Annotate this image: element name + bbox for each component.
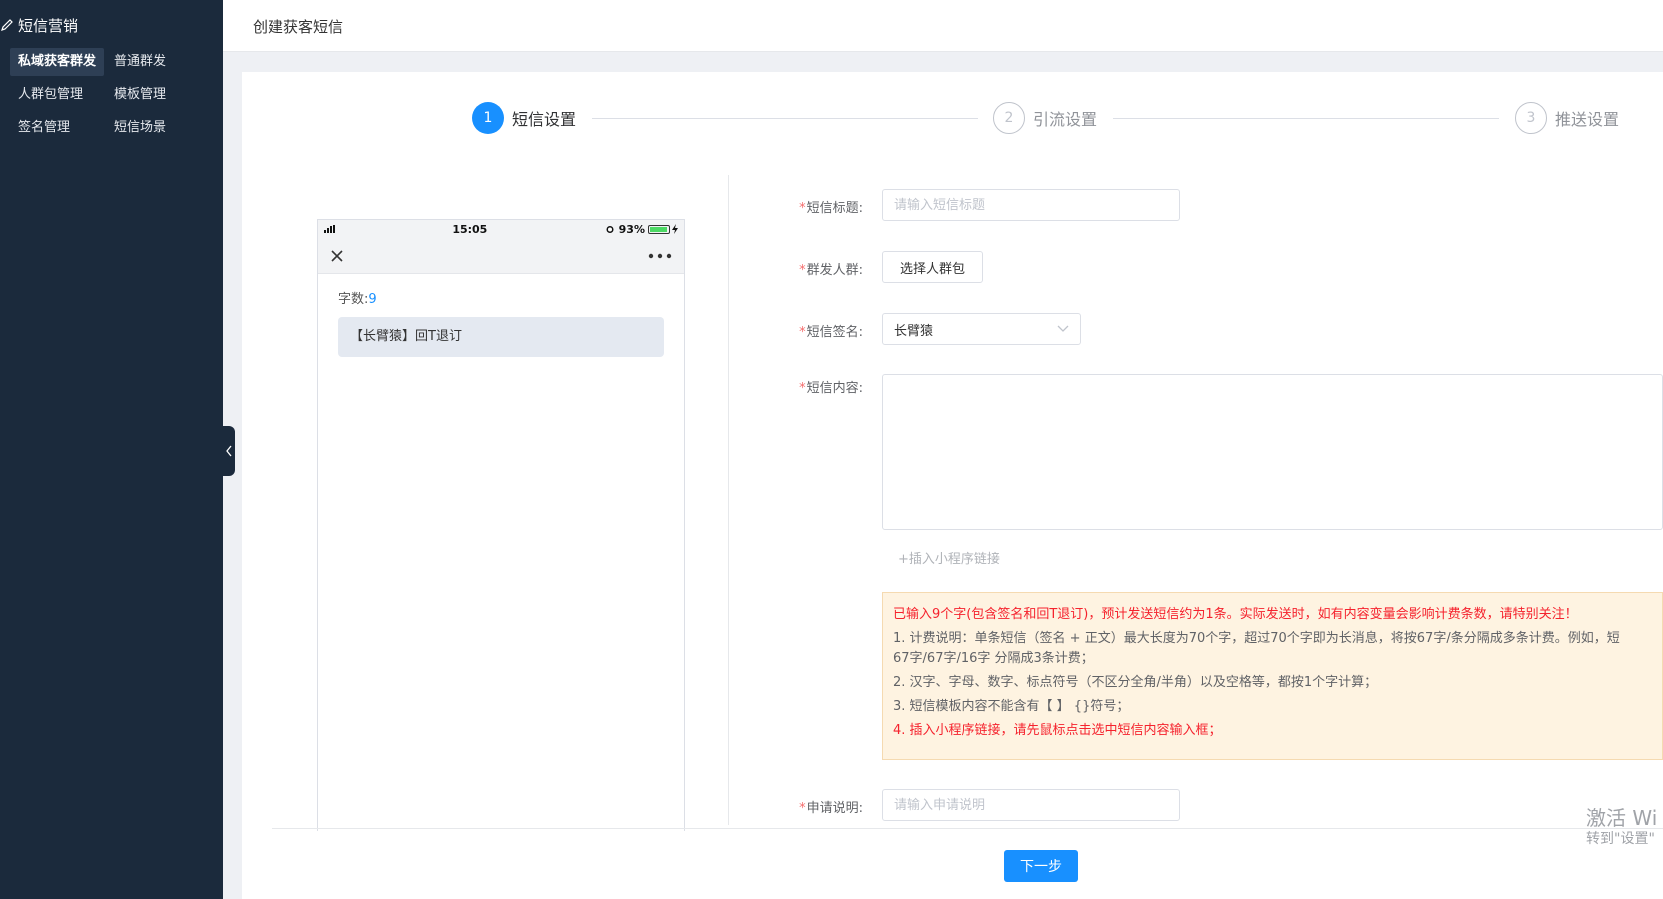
notice-summary: 已输入9个字(包含签名和回T退订)，预计发送短信约为1条。实际发送时，如有内容变…	[893, 607, 1578, 622]
phone-preview: 15:05 93% 字数:9 【长臂猿】回T退订	[317, 219, 685, 831]
group-label: *群发人群:	[799, 263, 863, 278]
notice-line-2: 2. 汉字、字母、数字、标点符号（不区分全角/半角）以及空格等，都按1个字计算；	[893, 675, 1378, 690]
sidebar-item-template[interactable]: 模板管理	[106, 81, 174, 109]
content-label: *短信内容:	[799, 381, 863, 396]
notice-line-4: 4. 插入小程序链接，请先鼠标点击选中短信内容输入框；	[893, 723, 1222, 738]
edit-icon	[1, 19, 13, 31]
step-3-number: 3	[1515, 102, 1547, 134]
title-label: *短信标题:	[799, 201, 863, 216]
header: 创建获客短信	[223, 0, 1663, 52]
phone-time: 15:05	[452, 222, 488, 236]
word-count-value: 9	[368, 292, 377, 307]
insert-miniprogram-link[interactable]: +插入小程序链接	[898, 548, 1000, 567]
step-1-number: 1	[472, 102, 504, 134]
sidebar-title[interactable]: 短信营销	[0, 14, 78, 36]
sidebar-item-signature[interactable]: 签名管理	[10, 114, 78, 142]
step-1-label: 短信设置	[512, 110, 577, 129]
sms-content-textarea[interactable]	[882, 374, 1663, 530]
message-bubble: 【长臂猿】回T退订	[338, 317, 664, 357]
step-2-label: 引流设置	[1033, 110, 1098, 129]
sidebar-collapse-button[interactable]	[223, 426, 235, 476]
sidebar-item-normal-send[interactable]: 普通群发	[106, 48, 174, 76]
close-icon[interactable]	[330, 249, 344, 263]
next-step-button[interactable]: 下一步	[1004, 850, 1078, 882]
sms-title-input[interactable]	[882, 189, 1180, 221]
signature-label: *短信签名:	[799, 325, 863, 340]
step-3: 3 推送设置	[1515, 102, 1619, 134]
notice-line-1: 1. 计费说明：单条短信（签名 + 正文）最大长度为70个字，超过70个字即为长…	[893, 631, 1620, 646]
apply-description-input[interactable]	[882, 789, 1180, 821]
battery-icon	[647, 224, 670, 234]
sidebar-item-scene[interactable]: 短信场景	[106, 114, 174, 142]
signal-icon	[324, 225, 335, 233]
word-count: 字数:9	[338, 288, 684, 307]
signature-value: 长臂猿	[894, 323, 934, 339]
windows-activation-watermark: 激活 Wi 转到"设置"	[1586, 806, 1657, 848]
notice-line-3: 3. 短信模板内容不能含有【 】 {}符号；	[893, 699, 1130, 714]
chevron-down-icon	[1057, 325, 1069, 332]
charging-icon	[671, 224, 678, 234]
sidebar-item-crowd-package[interactable]: 人群包管理	[10, 81, 91, 109]
alarm-icon	[606, 226, 614, 233]
billing-notice: 已输入9个字(包含签名和回T退订)，预计发送短信约为1条。实际发送时，如有内容变…	[882, 592, 1663, 760]
step-connector	[1113, 118, 1499, 119]
word-count-label: 字数:	[338, 292, 369, 307]
watermark-line-1: 激活 Wi	[1586, 806, 1658, 830]
sidebar-title-label: 短信营销	[18, 16, 79, 35]
more-icon[interactable]	[648, 253, 672, 259]
signature-select[interactable]: 长臂猿	[882, 313, 1081, 345]
step-2: 2 引流设置	[993, 102, 1097, 134]
phone-status-bar: 15:05 93%	[318, 220, 684, 238]
vertical-divider	[728, 175, 729, 825]
page-title: 创建获客短信	[253, 18, 344, 36]
sidebar: 短信营销 私域获客群发 普通群发 人群包管理 模板管理 签名管理 短信场景	[0, 0, 223, 899]
step-2-number: 2	[993, 102, 1025, 134]
chevron-left-icon	[226, 445, 232, 457]
notice-line-1-cont: 67字/67字/16字 分隔成3条计费；	[893, 651, 1094, 666]
sidebar-item-private-send[interactable]: 私域获客群发	[10, 48, 105, 76]
watermark-line-2: 转到"设置"	[1586, 831, 1655, 847]
step-1: 1 短信设置	[472, 102, 576, 134]
step-connector	[592, 118, 978, 119]
battery-percent: 93%	[618, 222, 645, 236]
desc-label: *申请说明:	[799, 801, 863, 816]
phone-nav-bar	[318, 238, 684, 274]
select-crowd-button[interactable]: 选择人群包	[882, 251, 983, 283]
footer-divider	[272, 828, 1663, 829]
step-3-label: 推送设置	[1555, 110, 1620, 129]
